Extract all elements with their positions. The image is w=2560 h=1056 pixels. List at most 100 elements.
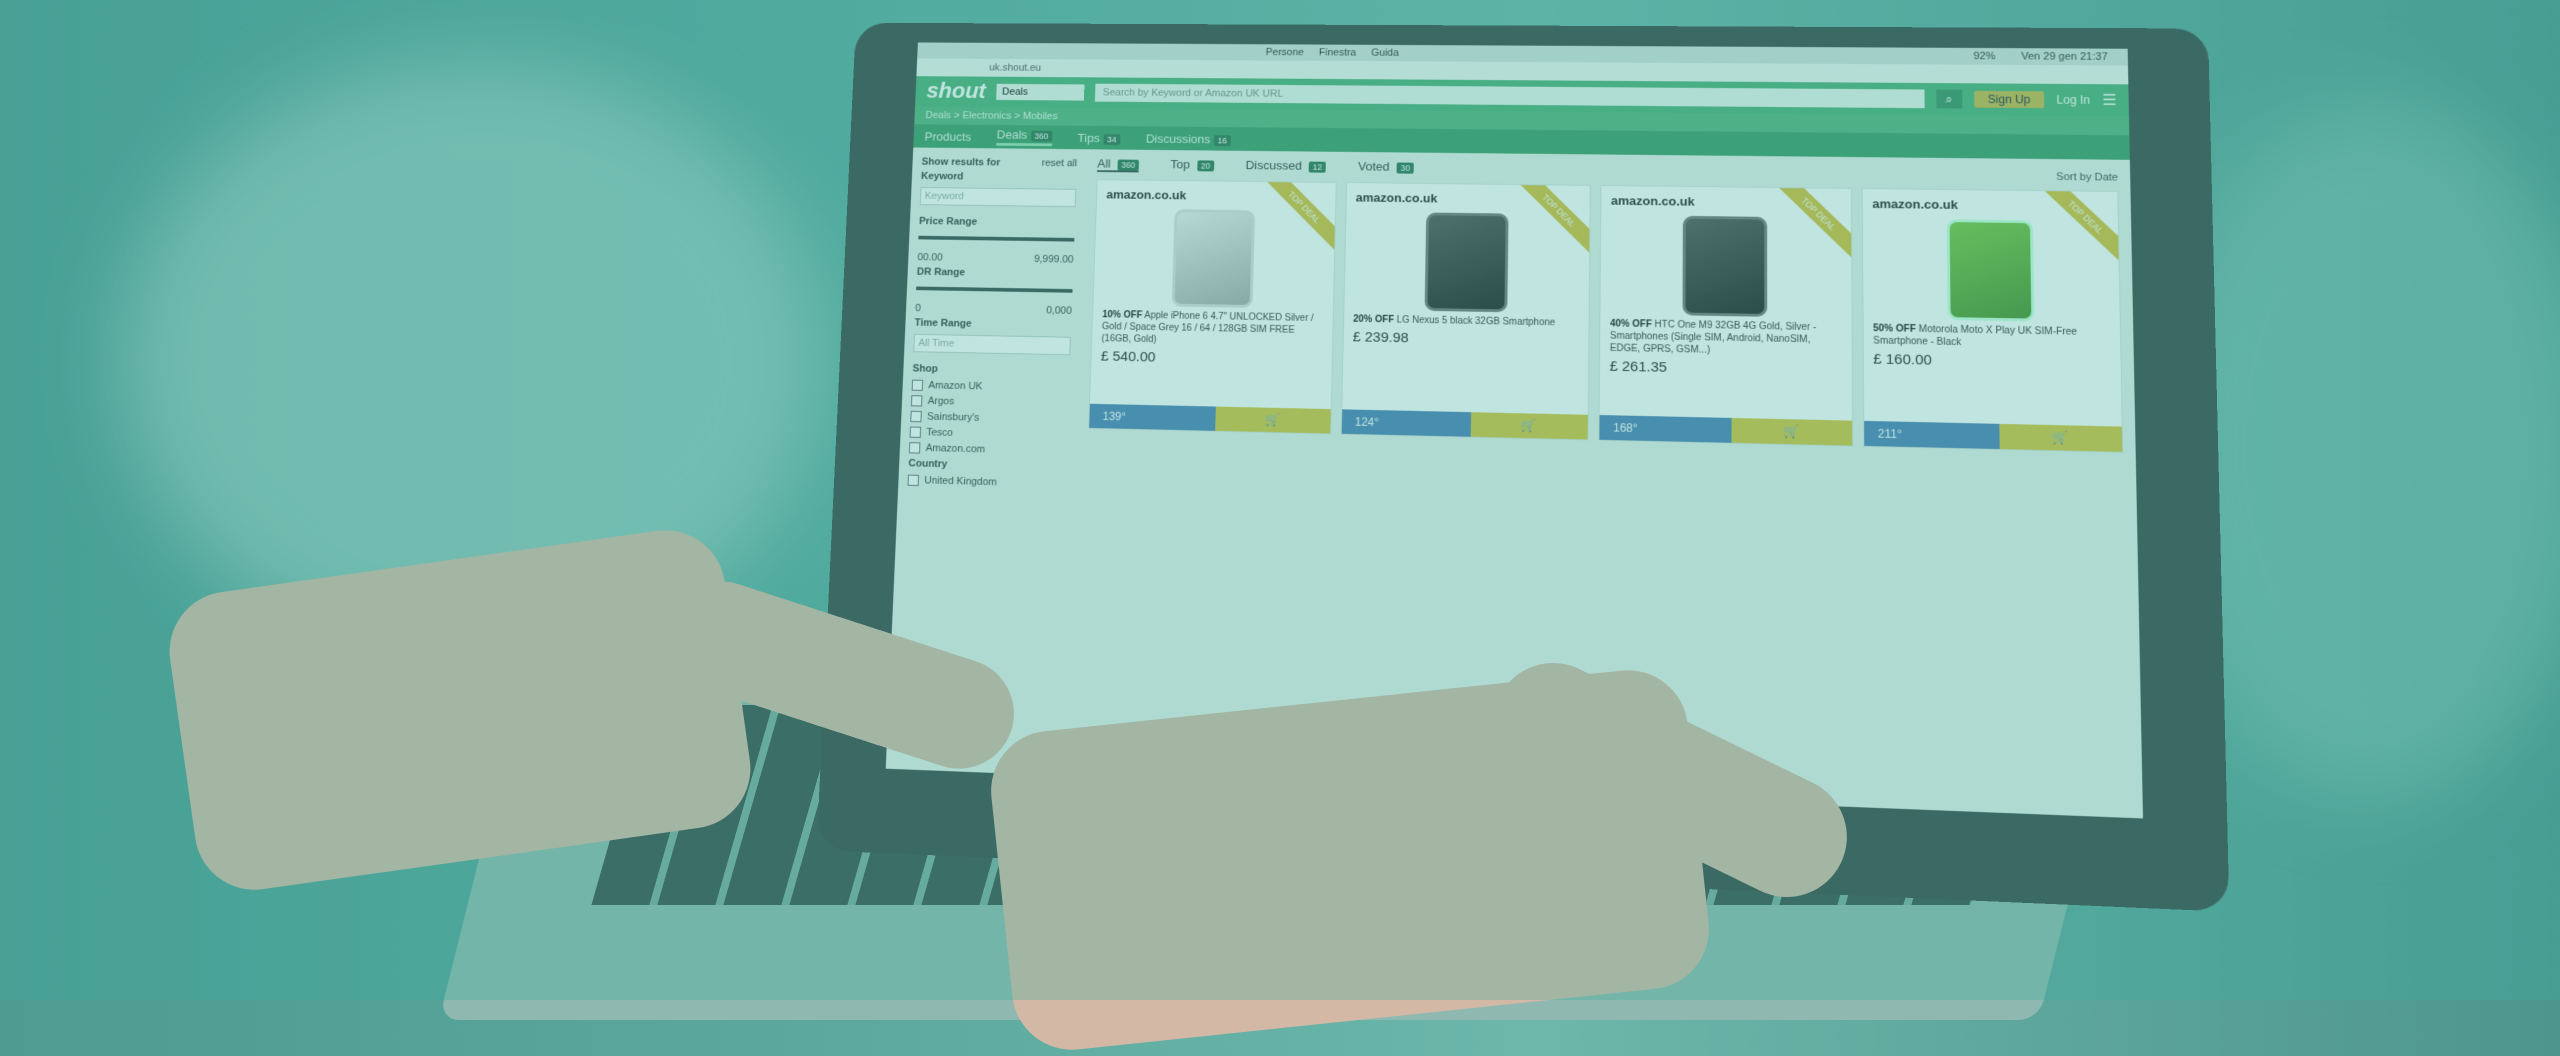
time-select[interactable]: All Time (913, 333, 1071, 356)
price-max: 9,999.00 (1033, 253, 1074, 266)
battery-level: 92% (1973, 50, 1996, 63)
site-logo[interactable]: shout (926, 79, 986, 104)
product-image[interactable] (1946, 219, 2035, 322)
deal-actions: 124° 🛒 (1341, 409, 1588, 440)
dr-max: 0,000 (1046, 305, 1072, 317)
product-image[interactable] (1682, 215, 1768, 317)
tab-deals[interactable]: Deals 360 (996, 127, 1053, 147)
product-image[interactable] (1171, 209, 1256, 308)
discount: 50% OFF (1873, 323, 1916, 335)
checkbox[interactable] (908, 442, 921, 454)
vote-count[interactable]: 124° (1341, 409, 1471, 437)
menu-icon[interactable]: ☰ (2102, 91, 2117, 110)
tab-count: 360 (1030, 130, 1053, 142)
menu-item[interactable]: Finestra (1319, 47, 1357, 58)
tab-label: Discussions (1145, 131, 1211, 146)
sort-label: Sort by (2056, 171, 2092, 184)
category-dropdown[interactable]: Deals (996, 83, 1085, 101)
deal-description[interactable]: 10% OFF Apple iPhone 6 4.7" UNLOCKED Sil… (1101, 309, 1323, 349)
shop-name: Sainsbury's (926, 411, 980, 424)
url-text: uk.shout.eu (989, 62, 1042, 74)
signup-button[interactable]: Sign Up (1973, 90, 2045, 109)
country-name: United Kingdom (924, 475, 998, 489)
product-image[interactable] (1424, 212, 1509, 313)
checkbox[interactable] (910, 410, 922, 423)
shop-filter[interactable]: Amazon.com (908, 442, 1067, 457)
deal-description[interactable]: 50% OFF Motorola Moto X Play UK SIM-Free… (1873, 322, 2110, 351)
page-content: Show results for reset all Keyword Keywo… (898, 147, 2138, 532)
tab-label: Products (924, 129, 972, 144)
deal-price: £ 540.00 (1100, 348, 1156, 366)
checkbox[interactable] (911, 379, 924, 391)
vote-count[interactable]: 168° (1599, 415, 1732, 443)
cart-icon[interactable]: 🛒 (1731, 417, 1852, 446)
keyword-input[interactable]: Keyword (919, 187, 1077, 208)
country-label: Country (908, 457, 948, 471)
time-label: Time Range (914, 317, 972, 330)
menu-item[interactable]: Guida (1371, 48, 1399, 59)
keyword-label: Keyword (920, 170, 964, 183)
price-min: 00.00 (917, 252, 943, 264)
country-filter[interactable]: United Kingdom (907, 474, 1065, 490)
cart-icon[interactable]: 🛒 (1470, 412, 1588, 440)
deal-card[interactable]: amazon.co.uk TOP DEAL 10% OFF Apple iPho… (1088, 179, 1337, 435)
filter-tab-count: 12 (1308, 161, 1327, 173)
dr-slider[interactable] (916, 286, 1073, 293)
dr-label: DR Range (916, 266, 966, 279)
vote-count[interactable]: 139° (1089, 403, 1217, 431)
tab-tips[interactable]: Tips 34 (1077, 131, 1121, 145)
checkbox[interactable] (907, 474, 920, 487)
shop-filter[interactable]: Argos (910, 395, 1069, 410)
filter-tab-label: Top (1170, 157, 1191, 172)
shop-name: Amazon.com (925, 442, 986, 456)
shop-filter[interactable]: Tesco (909, 426, 1068, 442)
sort-value: Date (2094, 171, 2119, 184)
filter-tab-discussed[interactable]: Discussed 12 (1245, 158, 1327, 174)
deal-card[interactable]: amazon.co.uk TOP DEAL 40% OFF HTC One M9… (1598, 185, 1853, 447)
deal-description[interactable]: 40% OFF HTC One M9 32GB 4G Gold, Silver … (1610, 318, 1841, 359)
deal-price: £ 160.00 (1873, 351, 1932, 369)
deal-description[interactable]: 20% OFF LG Nexus 5 black 32GB Smartphone (1353, 313, 1579, 329)
deal-card[interactable]: amazon.co.uk TOP DEAL 50% OFF Motorola M… (1861, 188, 2124, 453)
filter-tab-count: 30 (1396, 162, 1415, 174)
deal-title: LG Nexus 5 black 32GB Smartphone (1396, 315, 1556, 329)
vote-count[interactable]: 211° (1863, 420, 2000, 450)
checkbox[interactable] (909, 426, 922, 438)
sidebar-title: Show results for (921, 156, 1001, 169)
filter-tab-all[interactable]: All 360 (1097, 156, 1140, 173)
filter-tab-voted[interactable]: Voted 30 (1358, 159, 1415, 175)
tab-label: Deals (996, 127, 1028, 142)
filter-sidebar: Show results for reset all Keyword Keywo… (898, 147, 1087, 504)
reset-link[interactable]: reset all (1041, 158, 1077, 169)
deal-price: £ 261.35 (1609, 358, 1667, 376)
price-label: Price Range (918, 215, 978, 228)
cart-icon[interactable]: 🛒 (1215, 406, 1331, 434)
deal-grid: amazon.co.uk TOP DEAL 10% OFF Apple iPho… (1088, 179, 2124, 453)
shop-filter[interactable]: Sainsbury's (910, 410, 1068, 426)
discount: 40% OFF (1610, 318, 1652, 330)
tab-count: 34 (1103, 133, 1121, 145)
deal-card[interactable]: amazon.co.uk TOP DEAL 20% OFF LG Nexus 5… (1340, 182, 1591, 441)
filter-tab-count: 20 (1196, 160, 1215, 172)
deal-actions: 168° 🛒 (1599, 415, 1852, 446)
login-link[interactable]: Log In (2056, 93, 2090, 106)
search-icon[interactable]: ⌕ (1935, 89, 1962, 109)
search-input[interactable]: Search by Keyword or Amazon UK URL (1095, 83, 1925, 109)
tab-products[interactable]: Products (924, 129, 971, 143)
price-slider[interactable] (918, 235, 1075, 242)
tab-discussions[interactable]: Discussions 16 (1145, 131, 1231, 146)
shop-name: Tesco (926, 426, 954, 439)
cart-icon[interactable]: 🛒 (1999, 423, 2123, 452)
shop-name: Argos (927, 395, 955, 408)
dr-min: 0 (915, 302, 922, 314)
checkbox[interactable] (910, 395, 923, 407)
filter-tab-top[interactable]: Top 20 (1170, 157, 1215, 173)
menu-item[interactable]: Persone (1266, 47, 1305, 58)
deal-actions: 139° 🛒 (1089, 403, 1331, 434)
discount: 20% OFF (1353, 314, 1395, 326)
shop-name: Amazon UK (928, 379, 983, 393)
shop-label: Shop (912, 363, 939, 375)
filter-tab-label: All (1097, 156, 1111, 171)
shop-filter[interactable]: Amazon UK (911, 379, 1070, 394)
deal-price: £ 239.98 (1352, 329, 1409, 347)
